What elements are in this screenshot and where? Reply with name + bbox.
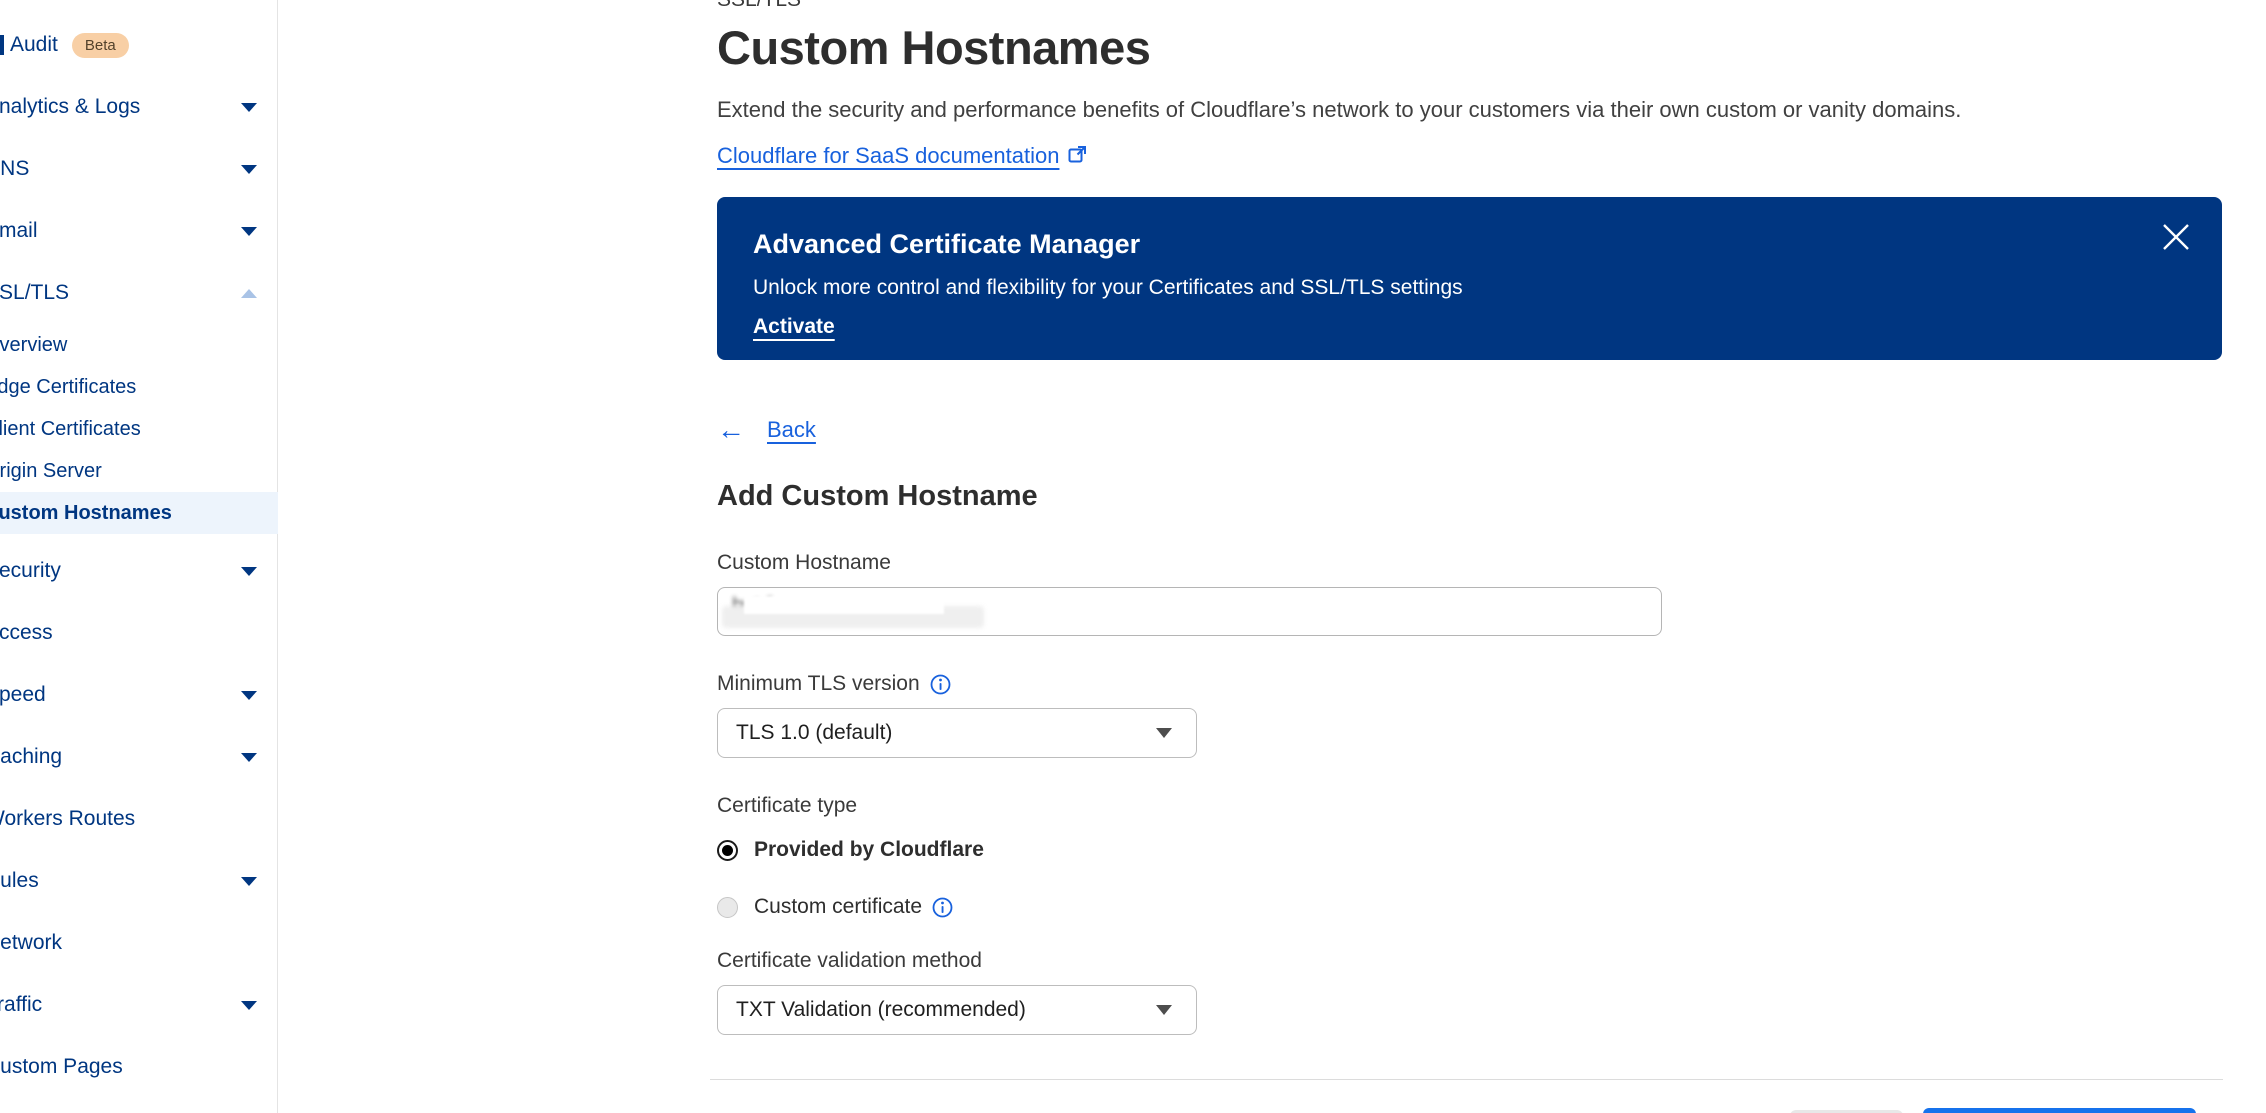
cancel-button[interactable]: Cancel bbox=[1790, 1110, 1903, 1113]
back-link[interactable]: Back bbox=[767, 417, 816, 443]
sidebar-item-label: Client Certificates bbox=[0, 418, 141, 441]
sidebar-item-speed[interactable]: Speed bbox=[0, 664, 278, 726]
sidebar-item-overview[interactable]: Overview bbox=[0, 324, 278, 366]
radio-provided-by-cloudflare[interactable]: Provided by Cloudflare bbox=[717, 838, 2223, 862]
custom-hostname-label: Custom Hostname bbox=[717, 551, 2223, 575]
dropdown-arrow-icon bbox=[1156, 1005, 1172, 1015]
radio-label: Custom certificate bbox=[754, 895, 922, 919]
chevron-down-icon bbox=[241, 165, 257, 174]
chevron-down-icon bbox=[241, 103, 257, 112]
info-icon[interactable] bbox=[930, 674, 951, 695]
sidebar-item-origin-server[interactable]: Origin Server bbox=[0, 450, 278, 492]
radio-custom-certificate[interactable]: Custom certificate bbox=[717, 895, 2223, 919]
sidebar-item-edge-certificates[interactable]: Edge Certificates bbox=[0, 366, 278, 408]
sidebar-item-caching[interactable]: Caching bbox=[0, 726, 278, 788]
saas-documentation-link[interactable]: Cloudflare for SaaS documentation bbox=[717, 143, 1088, 168]
sidebar-item-custom-pages[interactable]: Custom Pages bbox=[0, 1036, 278, 1098]
sidebar-item-security[interactable]: Security bbox=[0, 540, 278, 602]
page-title: Custom Hostnames bbox=[717, 20, 2223, 75]
sidebar-item-custom-hostnames[interactable]: Custom Hostnames bbox=[0, 492, 278, 534]
breadcrumb: SSL/TLS bbox=[717, 0, 2223, 12]
sidebar-item-workers-routes[interactable]: Workers Routes bbox=[0, 788, 278, 850]
radio-unselected-icon bbox=[717, 897, 738, 918]
sidebar-item-label: Analytics & Logs bbox=[0, 95, 140, 119]
sidebar-item-label: Email bbox=[0, 219, 38, 243]
radio-label: Provided by Cloudflare bbox=[754, 838, 984, 862]
close-icon[interactable] bbox=[2158, 219, 2194, 255]
sidebar-item-label: Origin Server bbox=[0, 460, 102, 483]
sidebar-item-rules[interactable]: Rules bbox=[0, 850, 278, 912]
dropdown-arrow-icon bbox=[1156, 728, 1172, 738]
saas-documentation-link-label: Cloudflare for SaaS documentation bbox=[717, 143, 1059, 168]
sidebar-item-audit[interactable]: Audit Beta bbox=[0, 14, 278, 76]
sidebar-item-label: Overview bbox=[0, 334, 67, 357]
sidebar-item-label: Workers Routes bbox=[0, 807, 135, 831]
minimum-tls-version-value: TLS 1.0 (default) bbox=[736, 721, 892, 745]
sidebar-item-traffic[interactable]: Traffic bbox=[0, 974, 278, 1036]
sidebar-item-label: Network bbox=[0, 931, 62, 955]
certificate-validation-method-value: TXT Validation (recommended) bbox=[736, 998, 1026, 1022]
sidebar-item-label: Custom Hostnames bbox=[0, 502, 172, 525]
chevron-down-icon bbox=[241, 877, 257, 886]
sidebar-item-label: SSL/TLS bbox=[0, 281, 69, 305]
advanced-certificate-manager-banner: Advanced Certificate Manager Unlock more… bbox=[717, 197, 2222, 360]
chevron-down-icon bbox=[241, 567, 257, 576]
sidebar-item-label: Caching bbox=[0, 745, 62, 769]
clipped-icon bbox=[0, 35, 4, 55]
certificate-validation-method-select[interactable]: TXT Validation (recommended) bbox=[717, 985, 1197, 1035]
page-description: Extend the security and performance bene… bbox=[717, 97, 2223, 123]
activate-link[interactable]: Activate bbox=[753, 315, 835, 339]
chevron-down-icon bbox=[241, 1001, 257, 1010]
sidebar-item-label: Custom Pages bbox=[0, 1055, 123, 1079]
form-title: Add Custom Hostname bbox=[717, 480, 2223, 513]
chevron-down-icon bbox=[241, 227, 257, 236]
sidebar-item-analytics-logs[interactable]: Analytics & Logs bbox=[0, 76, 278, 138]
sidebar-item-label: Speed bbox=[0, 683, 46, 707]
sidebar-item-label: Traffic bbox=[0, 993, 42, 1017]
banner-title: Advanced Certificate Manager bbox=[753, 229, 2186, 260]
sidebar-item-network[interactable]: Network bbox=[0, 912, 278, 974]
back-arrow-icon[interactable]: ← bbox=[717, 416, 745, 444]
chevron-up-icon bbox=[241, 289, 257, 298]
banner-body: Unlock more control and flexibility for … bbox=[753, 276, 2186, 300]
chevron-down-icon bbox=[241, 691, 257, 700]
certificate-type-label: Certificate type bbox=[717, 794, 2223, 818]
main-content: SSL/TLS Custom Hostnames Extend the secu… bbox=[717, 0, 2223, 1113]
sidebar-item-access[interactable]: Access bbox=[0, 602, 278, 664]
sidebar-item-label: Rules bbox=[0, 869, 39, 893]
sidebar-item-label: DNS bbox=[0, 157, 29, 181]
sidebar: Audit Beta Analytics & Logs DNS Email SS… bbox=[0, 0, 278, 1113]
chevron-down-icon bbox=[241, 753, 257, 762]
add-custom-hostname-button[interactable]: Add Custom Hostname bbox=[1923, 1108, 2196, 1113]
minimum-tls-version-select[interactable]: TLS 1.0 (default) bbox=[717, 708, 1197, 758]
sidebar-item-label: Security bbox=[0, 559, 61, 583]
sidebar-item-label: Access bbox=[0, 621, 53, 645]
sidebar-item-ssl-tls[interactable]: SSL/TLS bbox=[0, 262, 278, 324]
sidebar-item-dns[interactable]: DNS bbox=[0, 138, 278, 200]
redaction-smear bbox=[744, 596, 944, 614]
footer-divider bbox=[710, 1079, 2223, 1080]
custom-hostname-input[interactable]: byt.f bbox=[717, 587, 1662, 636]
beta-badge: Beta bbox=[72, 33, 129, 58]
sidebar-item-label: Edge Certificates bbox=[0, 376, 136, 399]
sidebar-item-client-certificates[interactable]: Client Certificates bbox=[0, 408, 278, 450]
external-link-icon bbox=[1067, 144, 1088, 171]
radio-selected-icon bbox=[717, 840, 738, 861]
sidebar-item-label: Audit bbox=[10, 33, 58, 57]
sidebar-item-email[interactable]: Email bbox=[0, 200, 278, 262]
minimum-tls-version-label: Minimum TLS version bbox=[717, 672, 920, 696]
certificate-validation-method-label: Certificate validation method bbox=[717, 949, 2223, 973]
info-icon[interactable] bbox=[932, 897, 953, 918]
